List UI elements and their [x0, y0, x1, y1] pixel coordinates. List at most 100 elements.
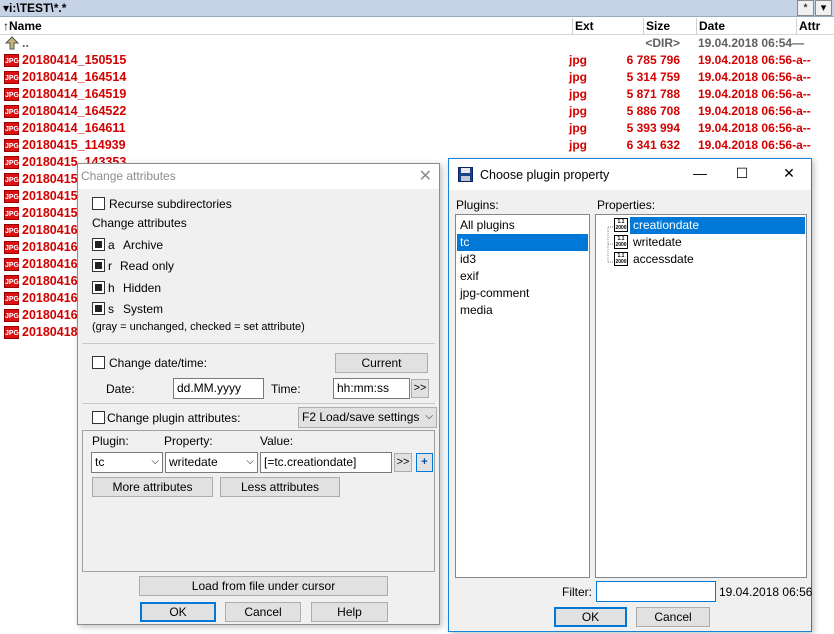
table-row[interactable]: JPG 20180415_114939 jpg 6 341 632 19.04.2018…: [0, 137, 834, 154]
time-input[interactable]: hh:mm:ss: [333, 378, 410, 399]
jpg-file-icon: JPG: [4, 71, 19, 84]
cancel-button[interactable]: Cancel: [225, 602, 301, 622]
value-input[interactable]: [=tc.creationdate]: [260, 452, 392, 473]
file-name: 20180414_164611: [22, 121, 126, 135]
column-name[interactable]: ↑Name: [3, 19, 42, 33]
current-button[interactable]: Current: [335, 353, 428, 373]
add-attribute-button[interactable]: +: [416, 453, 433, 472]
chevron-down-icon: ⌵: [246, 456, 254, 467]
file-size: 5 886 708: [626, 104, 680, 118]
jpg-file-icon: JPG: [4, 139, 19, 152]
jpg-file-icon: JPG: [4, 156, 19, 169]
help-button[interactable]: Help: [311, 602, 388, 622]
file-name: 20180416: [22, 223, 78, 237]
file-name: 20180415: [22, 172, 78, 186]
ok-button[interactable]: OK: [140, 602, 216, 622]
close-icon[interactable]: ✕: [419, 166, 432, 186]
date-input[interactable]: dd.MM.yyyy: [173, 378, 264, 399]
jpg-file-icon: JPG: [4, 224, 19, 237]
column-header: ↑Name Ext Size Date Attr: [0, 18, 834, 35]
jpg-file-icon: JPG: [4, 309, 19, 322]
file-ext: jpg: [569, 138, 587, 152]
less-attributes-button[interactable]: Less attributes: [220, 477, 340, 497]
cancel-button[interactable]: Cancel: [636, 607, 710, 627]
plugin-select[interactable]: tc ⌵: [91, 452, 163, 473]
property-select-value: writedate: [169, 455, 218, 469]
change-attributes-label: Change attributes: [92, 216, 187, 230]
value-more-button[interactable]: >>: [394, 453, 412, 472]
table-row[interactable]: JPG 20180414_164611 jpg 5 393 994 19.04.2018…: [0, 120, 834, 137]
floppy-disk-icon: [458, 167, 473, 182]
column-attr[interactable]: Attr: [799, 19, 820, 33]
list-item[interactable]: exif: [457, 268, 588, 285]
hidden-checkbox[interactable]: [92, 281, 105, 294]
archive-key: a: [108, 238, 115, 252]
file-date: 19.04.2018 06:56-a--: [698, 70, 811, 84]
properties-tree[interactable]: 1.1 2000 creationdate 1.1 2000 writedate…: [595, 214, 807, 578]
path-bar[interactable]: ▾i:\TEST\*.* * ▾: [0, 0, 834, 17]
file-name: 20180414_164514: [22, 70, 127, 84]
readonly-key: r: [108, 259, 112, 273]
table-row[interactable]: JPG 20180414_164522 jpg 5 886 708 19.04.2018…: [0, 103, 834, 120]
maximize-icon[interactable]: ☐: [732, 165, 752, 182]
tree-item-creationdate[interactable]: creationdate: [630, 217, 805, 234]
property-select[interactable]: writedate ⌵: [165, 452, 258, 473]
jpg-file-icon: JPG: [4, 173, 19, 186]
column-ext[interactable]: Ext: [575, 19, 594, 33]
file-date: 19.04.2018 06:56-a--: [698, 87, 811, 101]
list-item[interactable]: tc: [457, 234, 588, 251]
filter-input[interactable]: [596, 581, 716, 602]
recurse-checkbox[interactable]: [92, 197, 105, 210]
calendar-icon: 1.1 2000: [614, 235, 628, 249]
dialog-titlebar[interactable]: Choose plugin property — ☐ ✕: [449, 159, 811, 190]
file-ext: jpg: [569, 121, 587, 135]
ok-button[interactable]: OK: [554, 607, 627, 627]
table-row-up[interactable]: .. <DIR> 19.04.2018 06:54—: [0, 35, 834, 52]
file-size: 6 341 632: [626, 138, 680, 152]
properties-label: Properties:: [597, 198, 656, 212]
archive-checkbox[interactable]: [92, 238, 105, 251]
file-ext: jpg: [569, 70, 587, 84]
list-item[interactable]: All plugins: [457, 217, 588, 234]
file-date: 19.04.2018 06:56-a--: [698, 121, 811, 135]
file-name: 20180414_150515: [22, 53, 127, 67]
dialog-titlebar[interactable]: Change attributes ✕: [78, 164, 439, 189]
file-name: 20180414_164519: [22, 87, 127, 101]
change-datetime-checkbox[interactable]: [92, 356, 105, 369]
file-date: 19.04.2018 06:56-a--: [698, 104, 811, 118]
load-from-file-button[interactable]: Load from file under cursor: [139, 576, 388, 596]
tree-item-accessdate[interactable]: accessdate: [630, 251, 697, 268]
readonly-label: Read only: [120, 259, 175, 273]
chevron-down-icon: ⌵: [151, 456, 159, 467]
file-name: 20180415: [22, 206, 78, 220]
load-save-settings-dropdown[interactable]: F2 Load/save settings ⌵: [298, 407, 437, 428]
column-date[interactable]: Date: [699, 19, 725, 33]
file-name: 20180416: [22, 257, 78, 271]
list-item[interactable]: jpg-comment: [457, 285, 588, 302]
change-plugin-checkbox[interactable]: [92, 411, 105, 424]
close-icon[interactable]: ✕: [779, 165, 799, 182]
readonly-checkbox[interactable]: [92, 259, 105, 272]
value-label: Value:: [260, 434, 294, 448]
tree-item-writedate[interactable]: writedate: [630, 234, 685, 251]
plugins-label: Plugins:: [456, 198, 499, 212]
list-item[interactable]: media: [457, 302, 588, 319]
minimize-icon[interactable]: —: [690, 165, 710, 181]
list-item[interactable]: id3: [457, 251, 588, 268]
system-checkbox[interactable]: [92, 302, 105, 315]
column-size[interactable]: Size: [646, 19, 670, 33]
system-label: System: [123, 302, 164, 316]
jpg-file-icon: JPG: [4, 105, 19, 118]
more-attributes-button[interactable]: More attributes: [92, 477, 213, 497]
table-row[interactable]: JPG 20180414_164514 jpg 5 314 759 19.04.2018…: [0, 69, 834, 86]
file-name: 20180418: [22, 325, 78, 339]
file-name: 20180416: [22, 274, 78, 288]
chevron-down-icon: ⌵: [425, 411, 433, 422]
time-label: Time:: [271, 382, 301, 396]
table-row[interactable]: JPG 20180414_164519 jpg 5 871 788 19.04.2018…: [0, 86, 834, 103]
history-button[interactable]: ▾: [815, 0, 832, 16]
table-row[interactable]: JPG 20180414_150515 jpg 6 785 796 19.04.2018…: [0, 52, 834, 69]
time-more-button[interactable]: >>: [411, 379, 429, 398]
hotlist-button[interactable]: *: [797, 0, 814, 16]
plugins-list[interactable]: All plugins tc id3 exif jpg-comment medi…: [455, 214, 590, 578]
